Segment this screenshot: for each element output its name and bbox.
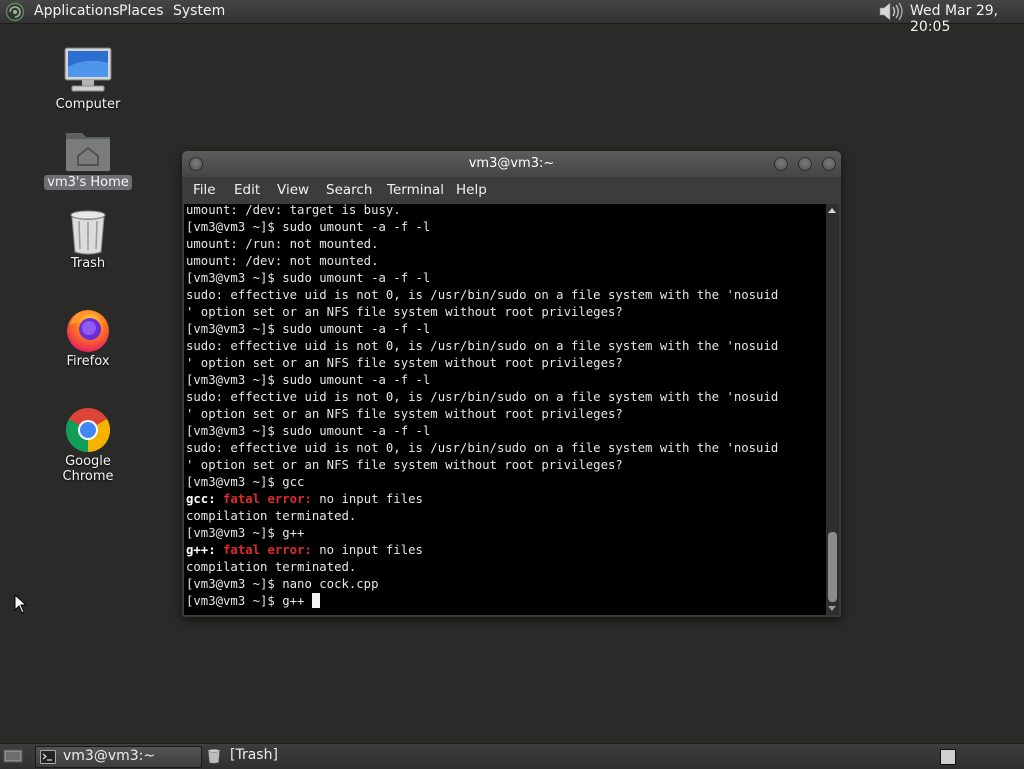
terminal-error-line: g++: fatal error: no input files [186, 542, 423, 559]
taskbar-item-label: [Trash] [230, 747, 278, 763]
terminal-line: [vm3@vm3 ~]$ sudo umount -a -f -l [186, 271, 431, 285]
menu-applications[interactable]: Applications [34, 3, 120, 19]
terminal-line: [vm3@vm3 ~]$ sudo umount -a -f -l [186, 322, 431, 336]
error-separator: : [208, 492, 216, 506]
menu-file[interactable]: File [193, 182, 216, 198]
computer-icon [64, 47, 112, 92]
terminal-line: ' option set or an NFS file system witho… [186, 356, 623, 370]
text-cursor [311, 593, 320, 608]
desktop-icon-computer[interactable]: Computer [38, 45, 138, 112]
workspace-switcher[interactable] [940, 749, 956, 765]
desktop-icon-label: Trash [70, 256, 106, 271]
menu-help[interactable]: Help [456, 182, 487, 198]
menu-search[interactable]: Search [326, 182, 372, 198]
terminal-prompt-line[interactable]: [vm3@vm3 ~]$ g++ [186, 593, 320, 610]
scrollbar-thumb[interactable] [828, 532, 837, 602]
terminal-line: [vm3@vm3 ~]$ g++ [186, 526, 305, 540]
show-desktop-icon[interactable] [3, 748, 23, 764]
error-label: fatal error: [223, 543, 312, 557]
menu-places[interactable]: Places [119, 3, 164, 19]
terminal-line: [vm3@vm3 ~]$ gcc [186, 475, 305, 489]
taskbar-item-trash[interactable]: [Trash] [203, 746, 333, 766]
terminal-line: compilation terminated. [186, 509, 357, 523]
terminal-line: sudo: effective uid is not 0, is /usr/bi… [186, 288, 779, 302]
desktop-icon-firefox[interactable]: Firefox [38, 306, 138, 369]
menu-view[interactable]: View [277, 182, 309, 198]
trash-icon [70, 210, 106, 255]
taskbar-item-label: vm3@vm3:~ [63, 748, 156, 764]
terminal-line: umount: /run: not mounted. [186, 237, 379, 251]
scroll-up-arrow-icon[interactable] [828, 208, 836, 213]
desktop-icon-label: vm3's Home [44, 175, 132, 190]
terminal-scrollbar[interactable] [826, 204, 839, 615]
menu-terminal[interactable]: Terminal [387, 182, 444, 198]
window-titlebar[interactable]: vm3@vm3:~ [182, 151, 841, 177]
error-program: gcc [186, 492, 209, 506]
desktop-icon-home[interactable]: vm3's Home [38, 127, 138, 190]
terminal-line: umount: /dev: not mounted. [186, 254, 379, 268]
window-title: vm3@vm3:~ [468, 156, 555, 171]
terminal-line: ' option set or an NFS file system witho… [186, 458, 623, 472]
error-program: g++ [186, 543, 209, 557]
terminal-line: ' option set or an NFS file system witho… [186, 407, 623, 421]
terminal-error-line: gcc: fatal error: no input files [186, 491, 423, 508]
terminal-line: [vm3@vm3 ~]$ sudo umount -a -f -l [186, 424, 431, 438]
error-message: no input files [311, 492, 423, 506]
terminal-line: umount: /dev: target is busy. [186, 204, 401, 217]
error-separator: : [208, 543, 216, 557]
terminal-menubar: File Edit View Search Terminal Help [182, 177, 841, 204]
error-label: fatal error: [223, 492, 312, 506]
command-input[interactable]: g++ [282, 594, 312, 608]
menu-system[interactable]: System [173, 3, 225, 19]
home-folder-icon [66, 133, 110, 171]
error-message: no input files [311, 543, 423, 557]
desktop-icon-label: Computer [55, 97, 121, 112]
terminal-line: sudo: effective uid is not 0, is /usr/bi… [186, 441, 779, 455]
terminal-line: [vm3@vm3 ~]$ sudo umount -a -f -l [186, 220, 431, 234]
terminal-window[interactable]: vm3@vm3:~ File Edit View Search Terminal… [182, 151, 841, 617]
terminal-line: [vm3@vm3 ~]$ sudo umount -a -f -l [186, 373, 431, 387]
terminal-line: compilation terminated. [186, 560, 357, 574]
terminal-line: [vm3@vm3 ~]$ nano cock.cpp [186, 577, 379, 591]
desktop-icon-label: Google Chrome [62, 454, 114, 484]
taskbar-item-terminal[interactable]: vm3@vm3:~ [35, 746, 202, 768]
terminal-line: ' option set or an NFS file system witho… [186, 305, 623, 319]
close-button[interactable] [822, 157, 836, 171]
maximize-button[interactable] [798, 157, 812, 171]
desktop-icon-label: Firefox [66, 354, 110, 369]
bottom-panel: vm3@vm3:~ [Trash] [0, 743, 1024, 769]
top-panel: Applications Places System Wed Mar 29, 2… [0, 0, 1024, 35]
volume-icon[interactable] [877, 1, 903, 22]
terminal-icon [40, 750, 56, 764]
distro-logo-icon[interactable] [5, 2, 25, 22]
chrome-icon [66, 408, 110, 452]
terminal-line: sudo: effective uid is not 0, is /usr/bi… [186, 390, 779, 404]
terminal-line: sudo: effective uid is not 0, is /usr/bi… [186, 339, 779, 353]
desktop-icon-trash[interactable]: Trash [38, 208, 138, 271]
firefox-icon [67, 310, 109, 352]
trash-icon [208, 749, 220, 764]
terminal-output[interactable]: umount: /dev: target is busy. [vm3@vm3 ~… [184, 204, 826, 615]
prompt: [vm3@vm3 ~]$ [186, 594, 283, 608]
menu-edit[interactable]: Edit [234, 182, 260, 198]
clock[interactable]: Wed Mar 29, 20:05 [910, 3, 1024, 35]
desktop-icon-chrome[interactable]: Google Chrome [38, 406, 138, 484]
minimize-button[interactable] [774, 157, 788, 171]
scroll-down-arrow-icon[interactable] [828, 606, 836, 611]
mouse-pointer-icon [14, 594, 28, 614]
